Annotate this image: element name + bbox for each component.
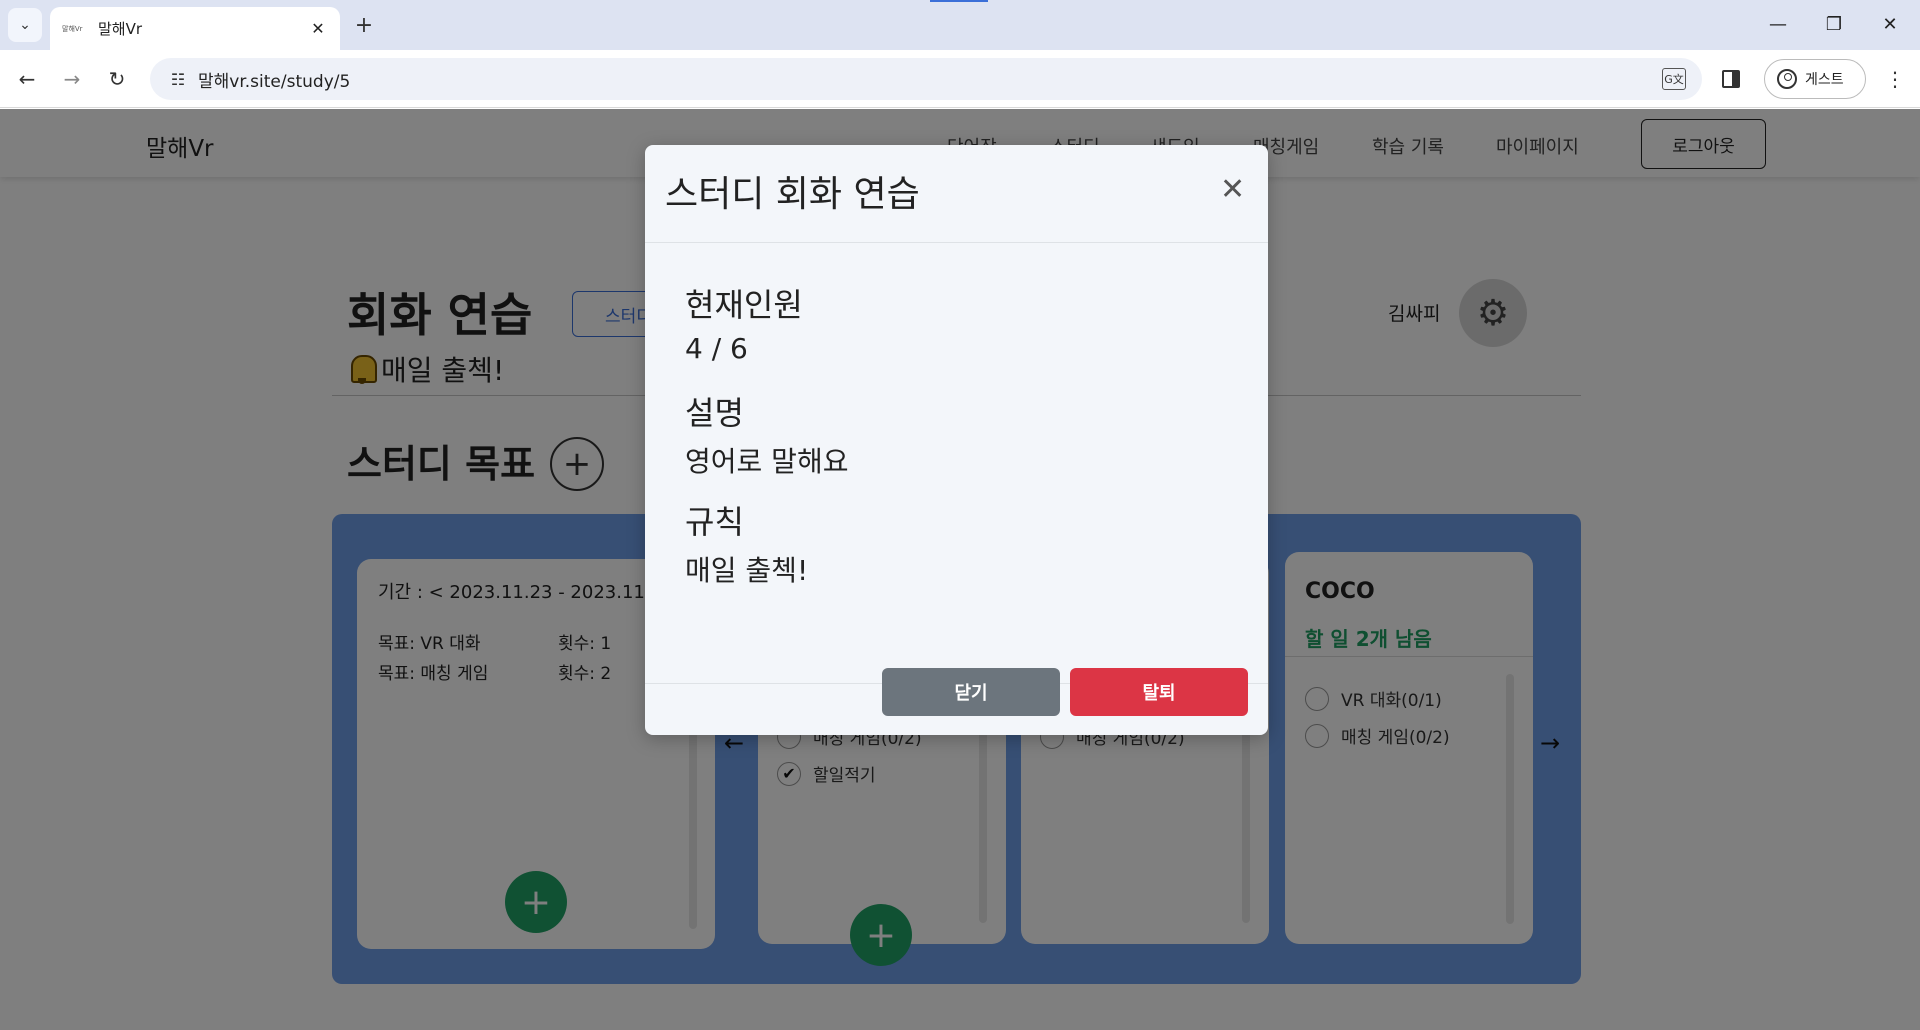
window-close-button[interactable]: ✕ [1868,8,1912,40]
browser-toolbar: ← → ↻ ☷ 말해vr.site/study/5 G文 게스트 ⋮ [0,50,1920,108]
reload-icon[interactable]: ↻ [100,62,134,96]
translate-icon[interactable]: G文 [1662,68,1686,90]
rules-label: 규칙 [685,503,744,541]
tab-strip-indicator [930,0,988,2]
tab-close-icon[interactable]: ✕ [308,19,328,38]
url-text[interactable]: 말해vr.site/study/5 [198,67,350,92]
profile-icon [1777,69,1797,89]
modal-close-button[interactable]: 닫기 [882,668,1060,716]
site-info-icon[interactable]: ☷ [158,70,198,89]
profile-button[interactable]: 게스트 [1764,59,1866,99]
address-bar[interactable]: ☷ 말해vr.site/study/5 G文 [150,58,1702,100]
minimize-button[interactable]: — [1756,8,1800,40]
modal-close-icon[interactable]: ✕ [1220,175,1245,205]
modal-header: 스터디 회화 연습 ✕ [645,145,1268,243]
member-count-label: 현재인원 [685,286,803,324]
leave-study-button[interactable]: 탈퇴 [1070,668,1248,716]
browser-menu-icon[interactable]: ⋮ [1880,62,1910,96]
browser-tab[interactable]: 말해Vr 말해Vr ✕ [50,7,340,50]
tab-search-chevron-icon[interactable]: ⌄ [8,8,42,42]
study-info-modal: 스터디 회화 연습 ✕ 현재인원 4 / 6 설명 영어로 말해요 규칙 매일 … [645,145,1268,735]
tab-title: 말해Vr [98,20,143,38]
profile-label: 게스트 [1805,72,1844,88]
browser-tab-bar: ⌄ 말해Vr 말해Vr ✕ + — ❐ ✕ [0,0,1920,50]
description-label: 설명 [685,394,744,432]
back-arrow-icon[interactable]: ← [10,62,44,96]
favicon-icon: 말해Vr [62,24,83,33]
description-value: 영어로 말해요 [685,445,849,478]
forward-arrow-icon[interactable]: → [55,62,89,96]
member-count-value: 4 / 6 [685,332,748,365]
rules-value: 매일 출첵! [685,554,809,587]
modal-title: 스터디 회화 연습 [665,174,920,215]
new-tab-button[interactable]: + [348,9,380,41]
restore-button[interactable]: ❐ [1812,8,1856,40]
page-viewport: 말해Vr 단어장 스터디 섀도잉 매칭게임 학습 기록 마이페이지 로그아웃 회… [0,109,1920,1030]
side-panel-icon[interactable] [1722,70,1740,88]
